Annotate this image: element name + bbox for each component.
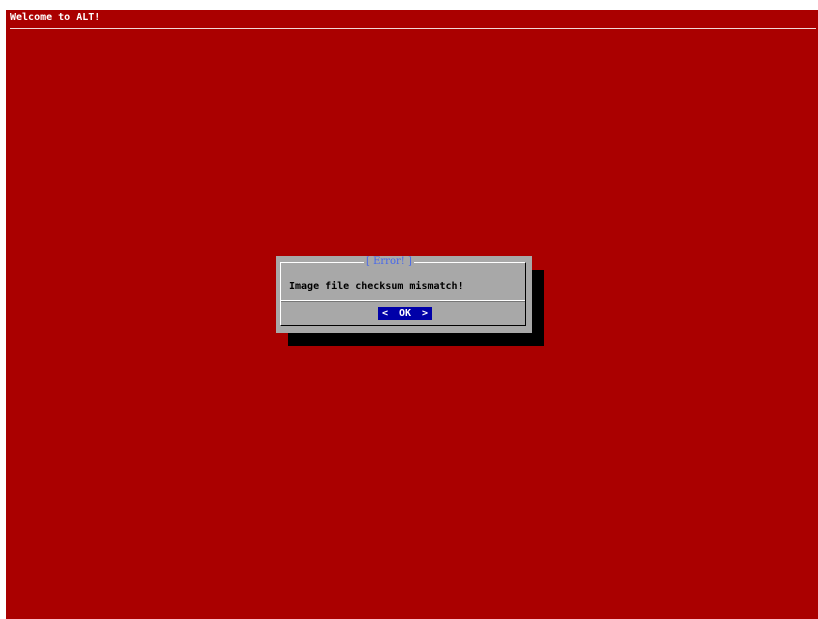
screen-title: Welcome to ALT!: [10, 12, 101, 23]
dialog-title: [ Error! ]: [364, 256, 414, 268]
ok-button-label: OK: [398, 308, 412, 319]
ok-button-left-bracket: <: [382, 308, 389, 319]
ok-button[interactable]: < OK >: [378, 307, 432, 320]
title-bar: Welcome to ALT!: [6, 10, 818, 30]
title-rule: [10, 28, 816, 29]
dialog-separator: [281, 300, 525, 302]
ok-button-right-bracket: >: [421, 308, 428, 319]
error-dialog: [ Error! ] Image file checksum mismatch!…: [276, 256, 532, 333]
dialog-message: Image file checksum mismatch!: [289, 281, 464, 292]
